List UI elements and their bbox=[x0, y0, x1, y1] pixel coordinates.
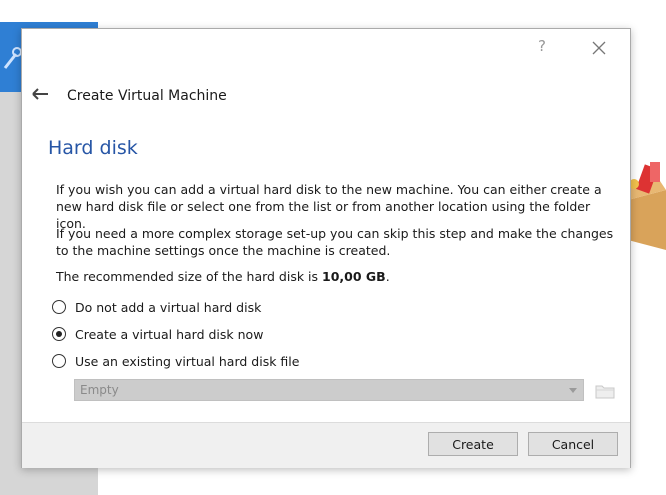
recommended-size-text: The recommended size of the hard disk is… bbox=[56, 268, 616, 285]
cancel-button[interactable]: Cancel bbox=[528, 432, 618, 456]
dialog-footer: Create Cancel bbox=[22, 422, 630, 468]
back-arrow-icon bbox=[32, 88, 48, 100]
choose-disk-file-button[interactable] bbox=[594, 379, 616, 401]
option-no-disk-label: Do not add a virtual hard disk bbox=[75, 299, 262, 315]
create-vm-dialog: ? Create Virtual Machine Hard disk If yo… bbox=[21, 28, 631, 468]
option-existing-disk[interactable]: Use an existing virtual hard disk file bbox=[52, 352, 299, 370]
existing-disk-select[interactable]: Empty bbox=[74, 379, 584, 401]
wizard-title: Create Virtual Machine bbox=[67, 88, 227, 104]
storage-paragraph: If you need a more complex storage set-u… bbox=[56, 226, 614, 258]
tool-icon bbox=[2, 44, 22, 72]
chevron-down-icon bbox=[569, 388, 577, 393]
option-no-disk[interactable]: Do not add a virtual hard disk bbox=[52, 298, 261, 316]
close-icon bbox=[592, 41, 606, 55]
recommended-suffix: . bbox=[385, 269, 390, 284]
back-button[interactable] bbox=[30, 85, 52, 103]
option-existing-disk-label: Use an existing virtual hard disk file bbox=[75, 353, 300, 369]
radio-create-disk[interactable] bbox=[52, 327, 66, 341]
help-button[interactable]: ? bbox=[530, 37, 554, 59]
option-create-disk[interactable]: Create a virtual hard disk now bbox=[52, 325, 263, 343]
create-button[interactable]: Create bbox=[428, 432, 518, 456]
background-window-top bbox=[0, 0, 666, 22]
page-title: Hard disk bbox=[48, 137, 138, 159]
radio-no-disk[interactable] bbox=[52, 300, 66, 314]
dialog-titlebar: ? bbox=[22, 29, 630, 65]
radio-existing-disk[interactable] bbox=[52, 354, 66, 368]
recommended-prefix: The recommended size of the hard disk is bbox=[56, 269, 323, 284]
folder-icon bbox=[595, 385, 615, 399]
existing-disk-select-value: Empty bbox=[80, 383, 119, 397]
close-button[interactable] bbox=[588, 37, 610, 59]
option-create-disk-label: Create a virtual hard disk now bbox=[75, 326, 264, 342]
recommended-size-value: 10,00 GB bbox=[322, 269, 386, 284]
